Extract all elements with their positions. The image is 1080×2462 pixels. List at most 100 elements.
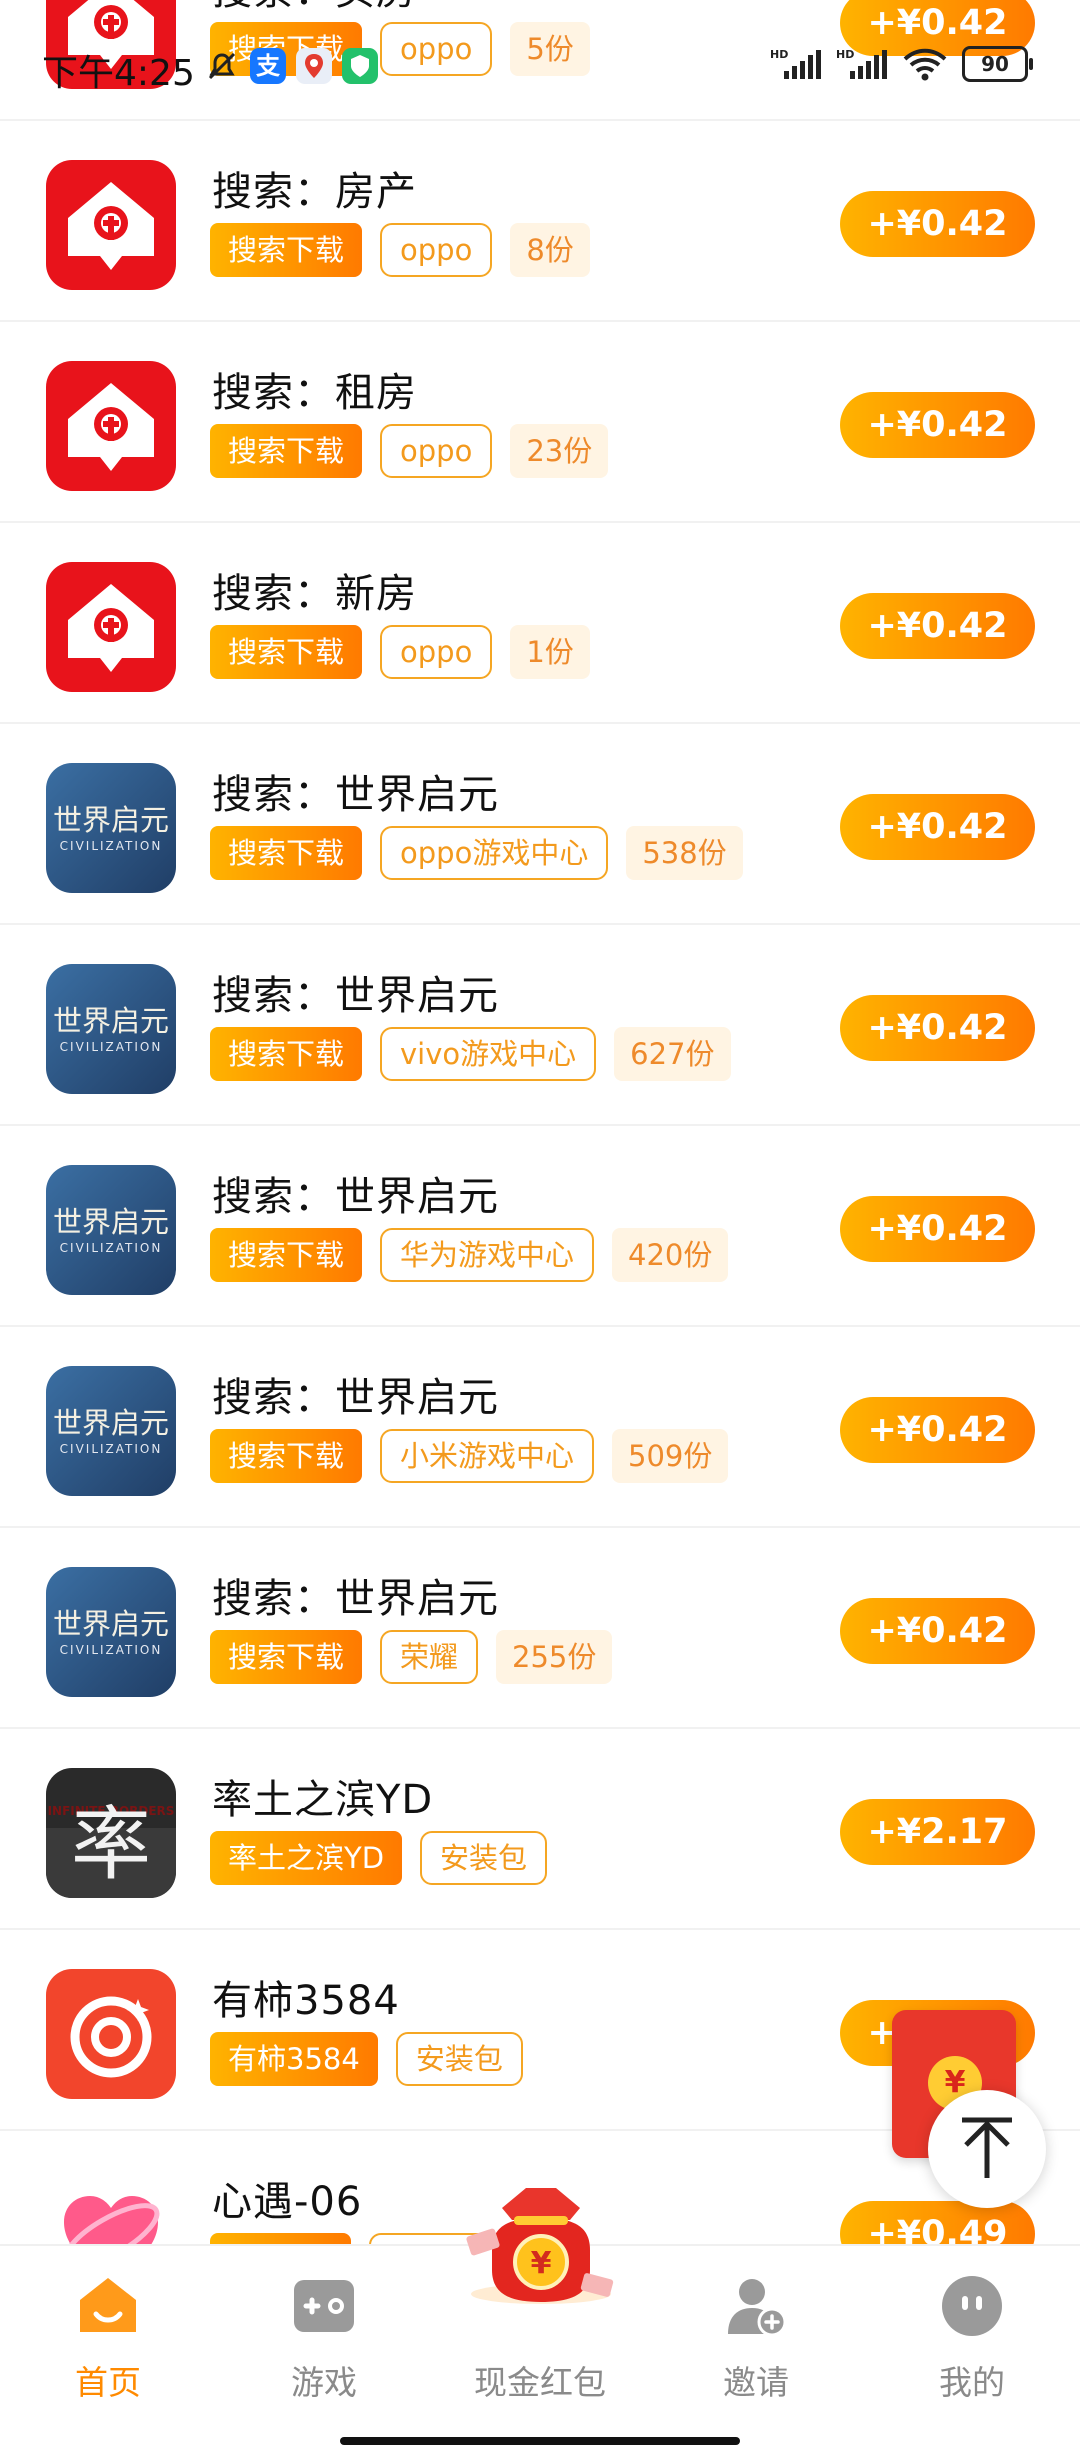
task-tags: 搜索下载 荣耀 255份 xyxy=(210,1630,613,1684)
task-title: 搜索：新房 xyxy=(212,571,417,617)
task-title: 搜索：租房 xyxy=(212,370,417,416)
nav-games-label: 游戏 xyxy=(291,2363,357,2402)
task-title: 率土之滨YD xyxy=(212,1777,434,1823)
home-icon xyxy=(80,2278,136,2332)
house-app-icon xyxy=(46,562,176,692)
civ-icon-text: 世界启元 xyxy=(52,1406,169,1440)
task-type-tag: 搜索下载 xyxy=(210,625,363,679)
status-right: HD HD 90 xyxy=(770,46,1033,82)
task-list: 搜索：买房搜索下载oppo5份+¥0.42搜索：房产搜索下载oppo8份+¥0.… xyxy=(0,0,1080,2332)
back-to-top-button[interactable] xyxy=(928,2090,1046,2208)
nav-home[interactable]: 首页 xyxy=(0,2246,216,2416)
battery-indicator: 90 xyxy=(962,46,1033,82)
task-row[interactable]: 世界启元 CIVILIZATION 搜索：世界启元 搜索下载 华为游戏中心 420份 +¥0… xyxy=(0,1126,1080,1327)
task-row[interactable]: INFINITE BORDERS 率率土之滨YD 率土之滨YD 安装包 +¥2.17 xyxy=(0,1729,1080,1930)
moneybag-icon[interactable]: ¥ xyxy=(462,2170,620,2320)
task-type-tag: 有柿3584 xyxy=(210,2032,378,2086)
remaining-count-tag: 420份 xyxy=(612,1228,729,1282)
task-tags: 搜索下载 oppo 8份 xyxy=(210,223,590,277)
signal-icon-2: HD xyxy=(836,48,887,79)
security-shield-icon xyxy=(342,48,378,84)
nav-invite-label: 邀请 xyxy=(723,2363,789,2402)
civ-icon-text: 世界启元 xyxy=(52,1004,169,1038)
nav-mine-label: 我的 xyxy=(939,2363,1005,2402)
nav-mine[interactable]: 我的 xyxy=(864,2246,1080,2416)
reward-button[interactable]: +¥0.42 xyxy=(840,392,1035,458)
civilization-app-icon: 世界启元 CIVILIZATION xyxy=(46,1366,176,1496)
house-app-icon xyxy=(46,361,176,491)
civ-icon-subtext: CIVILIZATION xyxy=(59,1241,163,1255)
task-type-tag: 搜索下载 xyxy=(210,1630,363,1684)
reward-button[interactable]: +¥0.42 xyxy=(840,995,1035,1061)
reward-button[interactable]: +¥0.42 xyxy=(840,1598,1035,1664)
reward-button[interactable]: +¥0.42 xyxy=(840,191,1035,257)
status-time: 下午4:25 xyxy=(42,53,195,94)
nav-cash-label: 现金红包 xyxy=(474,2363,606,2402)
task-title: 心遇-06 xyxy=(212,2179,363,2225)
task-tags: 搜索下载 oppo 1份 xyxy=(210,625,590,679)
task-tags: 搜索下载 vivo游戏中心 627份 xyxy=(210,1027,731,1081)
task-type-tag: 搜索下载 xyxy=(210,1228,363,1282)
task-title: 搜索：世界启元 xyxy=(212,1174,499,1220)
remaining-count-tag: 23份 xyxy=(510,424,609,478)
task-title: 搜索：房产 xyxy=(212,169,417,215)
platform-tag: oppo游戏中心 xyxy=(380,826,609,880)
mute-icon xyxy=(204,48,240,84)
remaining-count-tag: 1份 xyxy=(510,625,590,679)
civ-icon-subtext: CIVILIZATION xyxy=(59,1643,163,1657)
reward-button[interactable]: +¥2.17 xyxy=(840,1799,1035,1865)
platform-tag: oppo xyxy=(380,625,493,679)
task-type-tag: 搜索下载 xyxy=(210,1027,363,1081)
svg-text:¥: ¥ xyxy=(531,2246,552,2281)
task-tags: 搜索下载 oppo 23份 xyxy=(210,424,609,478)
task-row[interactable]: 搜索：新房搜索下载 oppo 1份 +¥0.42 xyxy=(0,523,1080,724)
task-title: 有柿3584 xyxy=(212,1978,400,2024)
platform-tag: 安装包 xyxy=(395,2032,523,2086)
task-row[interactable]: 搜索：房产搜索下载 oppo 8份 +¥0.42 xyxy=(0,121,1080,322)
civ-icon-subtext: CIVILIZATION xyxy=(59,1442,163,1456)
reward-button[interactable]: +¥0.42 xyxy=(840,1397,1035,1463)
alipay-icon: 支 xyxy=(250,48,286,84)
reward-button[interactable]: +¥0.42 xyxy=(840,794,1035,860)
arrow-up-icon xyxy=(962,2117,1012,2178)
platform-tag: 荣耀 xyxy=(380,1630,479,1684)
task-tags: 搜索下载 小米游戏中心 509份 xyxy=(210,1429,729,1483)
home-indicator[interactable] xyxy=(340,2437,740,2445)
map-app-icon xyxy=(296,48,332,84)
reward-button[interactable]: +¥0.42 xyxy=(840,1196,1035,1262)
platform-tag: 华为游戏中心 xyxy=(380,1228,595,1282)
task-row[interactable]: 世界启元 CIVILIZATION 搜索：世界启元 搜索下载 小米游戏中心 509份 +¥0… xyxy=(0,1327,1080,1528)
reward-button[interactable]: +¥0.42 xyxy=(840,593,1035,659)
task-row[interactable]: 搜索：租房搜索下载 oppo 23份 +¥0.42 xyxy=(0,322,1080,523)
house-app-icon xyxy=(46,160,176,290)
camera-app-icon xyxy=(46,1969,176,2099)
task-tags: 搜索下载 华为游戏中心 420份 xyxy=(210,1228,729,1282)
task-type-tag: 搜索下载 xyxy=(210,424,363,478)
task-title: 搜索：世界启元 xyxy=(212,1576,499,1622)
platform-tag: oppo xyxy=(380,424,493,478)
task-row[interactable]: 世界启元 CIVILIZATION 搜索：世界启元搜索下载 oppo游戏中心 538份 +… xyxy=(0,724,1080,925)
civ-icon-text: 世界启元 xyxy=(52,803,169,837)
civilization-app-icon: 世界启元 CIVILIZATION xyxy=(46,964,176,1094)
gamepad-icon xyxy=(294,2280,354,2332)
nav-games[interactable]: 游戏 xyxy=(216,2246,432,2416)
task-row[interactable]: 世界启元 CIVILIZATION 搜索：世界启元 搜索下载 vivo游戏中心 627份 +… xyxy=(0,925,1080,1126)
profile-face-icon xyxy=(942,2276,1002,2336)
svg-text:HD: HD xyxy=(836,48,854,61)
task-title: 搜索：世界启元 xyxy=(212,772,499,818)
wifi-icon xyxy=(903,48,947,81)
invite-user-icon xyxy=(728,2279,787,2337)
remaining-count-tag: 538份 xyxy=(626,826,743,880)
remaining-count-tag: 509份 xyxy=(612,1429,729,1483)
task-row[interactable]: 世界启元 CIVILIZATION 搜索：世界启元搜索下载 荣耀 255份 +¥0.42 xyxy=(0,1528,1080,1729)
platform-tag: vivo游戏中心 xyxy=(380,1027,597,1081)
remaining-count-tag: 8份 xyxy=(510,223,590,277)
nav-invite[interactable]: 邀请 xyxy=(648,2246,864,2416)
task-type-tag: 搜索下载 xyxy=(210,826,363,880)
civ-icon-text: 世界启元 xyxy=(52,1607,169,1641)
game-icon-char: 率 xyxy=(71,1798,151,1891)
status-notification-icons: 支 xyxy=(204,48,378,84)
task-type-tag: 搜索下载 xyxy=(210,1429,363,1483)
civilization-app-icon: 世界启元 CIVILIZATION xyxy=(46,763,176,893)
platform-tag: 安装包 xyxy=(420,1831,548,1885)
